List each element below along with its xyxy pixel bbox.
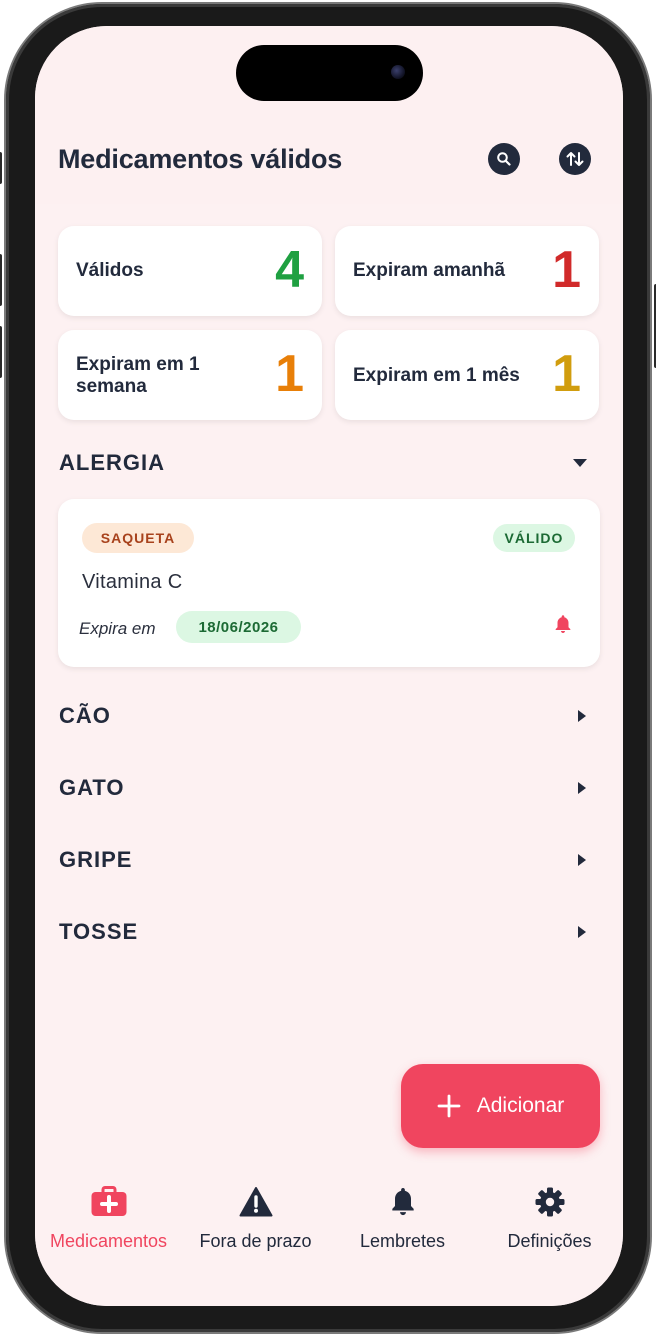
stat-value: 4 [275,241,304,299]
plus-icon [437,1094,461,1118]
nav-item-lembretes[interactable]: Lembretes [329,1186,476,1252]
medication-card[interactable]: SAQUETA VÁLIDO Vitamina C Expira em 18/0… [58,499,600,667]
nav-label: Medicamentos [49,1231,168,1251]
medication-name: Vitamina C [82,571,183,593]
stat-card-valid[interactable]: Válidos 4 [58,226,322,316]
warning-icon [239,1187,272,1217]
nav-item-fora-de-prazo[interactable]: Fora de prazo [182,1186,329,1252]
page-title: Medicamentos válidos [58,144,343,174]
group-title: TOSSE [59,919,139,944]
bell-icon [555,615,571,633]
group-title: ALERGIA [59,450,165,475]
search-icon [497,152,511,166]
search-button[interactable] [488,143,520,175]
sort-button[interactable] [559,143,591,175]
type-badge: SAQUETA [82,523,194,553]
nav-item-definicoes[interactable]: Definições [476,1186,623,1252]
nav-label: Definições [507,1231,592,1251]
sort-icon [566,152,584,166]
chevron-right-icon [578,854,586,866]
stat-value: 1 [552,241,581,299]
camera-icon [391,65,405,79]
stat-card-expire-tomorrow[interactable]: Expiram amanhã 1 [335,226,599,316]
stat-value: 1 [552,345,581,403]
nav-label: Lembretes [359,1231,446,1251]
gear-icon [535,1187,564,1217]
side-button [0,152,2,184]
nav-item-medicamentos[interactable]: Medicamentos [35,1186,182,1252]
chevron-right-icon [578,782,586,794]
chevron-down-icon [573,459,587,467]
group-title: GRIPE [59,847,133,872]
app-screen: Medicamentos válidos Válidos 4 Expiram a… [35,26,623,1306]
side-button [0,254,2,306]
stat-label: Válidos [76,260,144,281]
bell-icon [391,1188,414,1216]
expiry-label: Expira em [79,619,156,638]
expiry-date-badge: 18/06/2026 [176,611,301,643]
group-title: CÃO [59,703,111,728]
stat-label: Expiram em 1 mês [353,365,520,386]
chevron-right-icon [578,710,586,722]
nav-label: Fora de prazo [199,1231,312,1251]
bottom-nav: Medicamentos Fora de prazo Lembretes Def… [35,1176,623,1306]
dynamic-island [236,45,423,101]
stat-value: 1 [275,345,304,403]
stat-label: Expiram amanhã [353,260,506,281]
stat-label: Expiram em 1 semana [76,354,200,397]
stat-card-expire-week[interactable]: Expiram em 1 semana 1 [58,330,322,420]
add-button[interactable]: Adicionar [401,1064,600,1148]
medical-kit-icon [91,1186,126,1216]
stat-card-expire-month[interactable]: Expiram em 1 mês 1 [335,330,599,420]
side-button [0,326,2,378]
add-button-label: Adicionar [476,1094,565,1117]
status-badge: VÁLIDO [493,524,575,552]
chevron-right-icon [578,926,586,938]
reminder-bell-button[interactable] [552,613,576,637]
group-title: GATO [59,775,125,800]
